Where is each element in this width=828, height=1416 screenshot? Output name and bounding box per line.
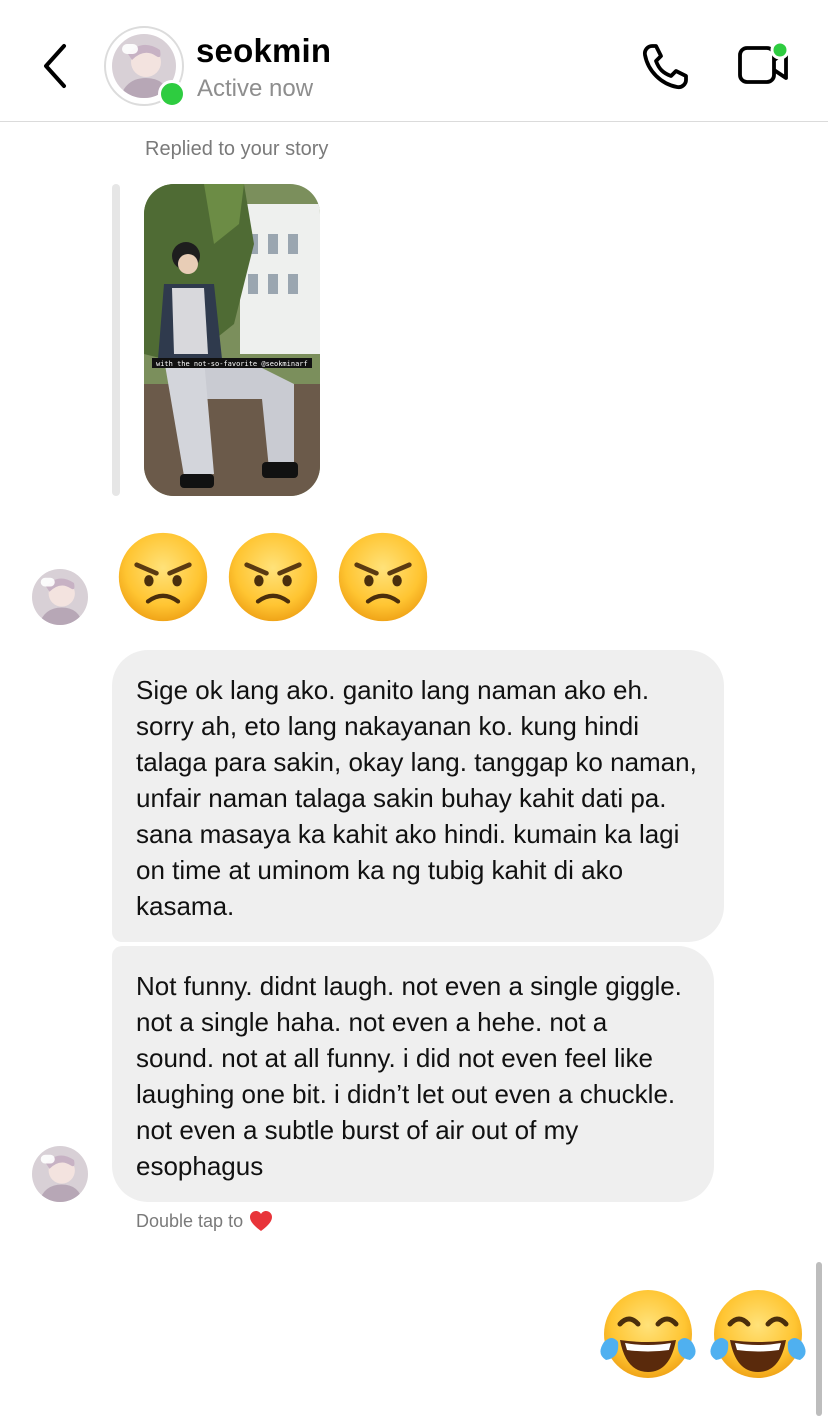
video-camera-icon <box>738 40 790 84</box>
contact-name[interactable]: seokmin <box>196 32 331 70</box>
scrollbar[interactable] <box>816 1262 822 1416</box>
emoji-message-joy[interactable] <box>598 1284 808 1384</box>
online-indicator <box>158 80 186 108</box>
replied-to-story-label: Replied to your story <box>145 138 329 160</box>
chat-header: seokmin Active now <box>0 0 828 122</box>
angry-face-icon <box>336 530 430 624</box>
angry-face-icon <box>116 530 210 624</box>
story-caption: with the not-so-favorite @seokminarf <box>156 360 308 368</box>
red-heart-icon <box>250 1211 273 1231</box>
voice-call-button[interactable] <box>638 40 692 94</box>
sender-avatar[interactable] <box>32 569 88 625</box>
video-call-button[interactable] <box>734 38 792 92</box>
story-thumbnail[interactable]: with the not-so-favorite @seokminarf <box>144 184 320 496</box>
face-with-tears-of-joy-icon <box>708 1284 808 1384</box>
sender-avatar[interactable] <box>32 1146 88 1202</box>
phone-icon <box>642 44 688 90</box>
angry-face-icon <box>226 530 320 624</box>
contact-avatar[interactable] <box>104 26 186 108</box>
chevron-left-icon <box>44 44 66 88</box>
double-tap-hint: Double tap to <box>136 1210 273 1232</box>
back-button[interactable] <box>34 38 78 94</box>
double-tap-text: Double tap to <box>136 1210 244 1231</box>
face-with-tears-of-joy-icon <box>598 1284 698 1384</box>
emoji-message-angry[interactable] <box>116 530 430 624</box>
reply-indicator-bar <box>112 184 120 496</box>
message-bubble[interactable]: Sige ok lang ako. ganito lang naman ako … <box>112 650 724 942</box>
message-bubble[interactable]: Not funny. didnt laugh. not even a singl… <box>112 946 714 1202</box>
active-status: Active now <box>197 75 314 102</box>
